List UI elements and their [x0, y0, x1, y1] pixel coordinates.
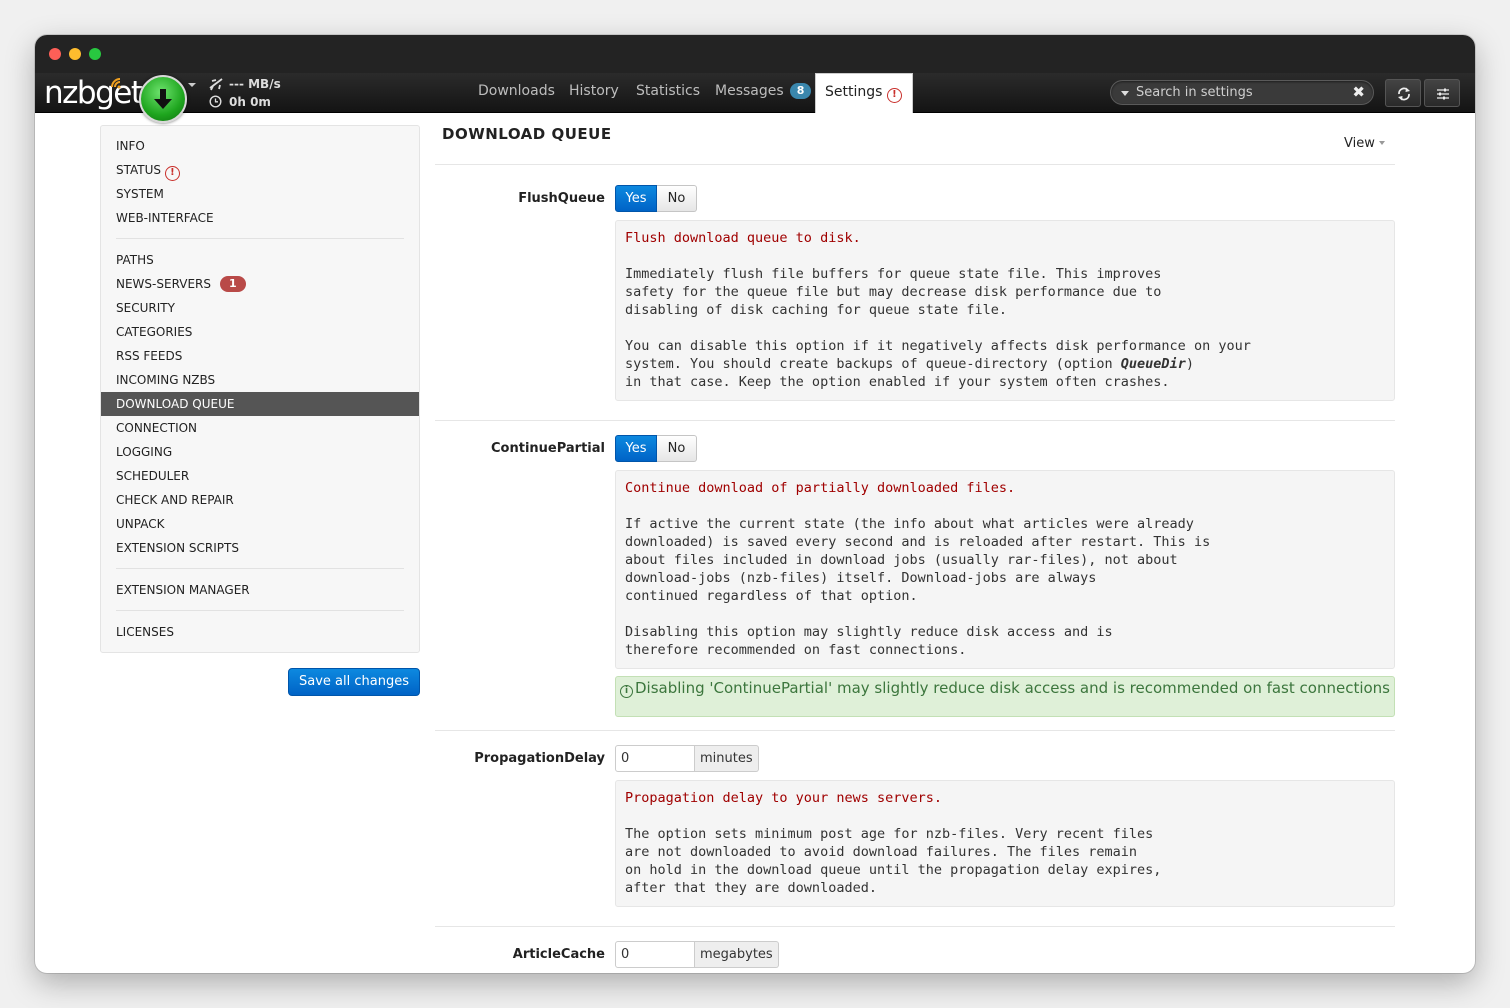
- sidebar-item-scheduler[interactable]: SCHEDULER: [101, 464, 419, 488]
- section-divider: [435, 164, 1395, 165]
- sidebar-item-status[interactable]: STATUS !: [101, 158, 419, 182]
- propagationdelay-input-group: minutes: [615, 745, 759, 772]
- option-divider: [435, 926, 1395, 927]
- settings-search-input[interactable]: [1136, 81, 1346, 104]
- option-label-continuepartial: ContinuePartial: [491, 441, 605, 456]
- tab-statistics[interactable]: Statistics: [636, 73, 700, 113]
- option-label-flushqueue: FlushQueue: [518, 191, 605, 206]
- maximize-window-button[interactable]: [89, 48, 101, 60]
- settings-sidebar: INFO STATUS ! SYSTEM WEB-INTERFACE PATHS…: [100, 125, 420, 653]
- sidebar-item-connection[interactable]: CONNECTION: [101, 416, 419, 440]
- sidebar-item-categories[interactable]: CATEGORIES: [101, 320, 419, 344]
- tab-messages-label: Messages: [715, 83, 784, 99]
- option-divider: [435, 420, 1395, 421]
- download-status-button[interactable]: [139, 75, 187, 123]
- sidebar-item-rss-feeds[interactable]: RSS FEEDS: [101, 344, 419, 368]
- sidebar-divider: [116, 568, 404, 569]
- sidebar-item-download-queue[interactable]: DOWNLOAD QUEUE: [101, 392, 419, 416]
- refresh-button[interactable]: [1385, 79, 1421, 107]
- propagationdelay-unit: minutes: [695, 745, 759, 772]
- option-label-propagationdelay: PropagationDelay: [474, 751, 605, 766]
- sidebar-item-paths[interactable]: PATHS: [101, 248, 419, 272]
- settings-search-box: ✖: [1110, 80, 1374, 105]
- option-reference-queuedir: QueueDir: [1120, 356, 1186, 372]
- logo-menu-caret-icon[interactable]: [188, 83, 196, 87]
- alert-text: Disabling 'ContinuePartial' may slightly…: [635, 679, 1390, 697]
- propagationdelay-description: Propagation delay to your news servers. …: [615, 780, 1395, 907]
- continuepartial-description: Continue download of partially downloade…: [615, 470, 1395, 669]
- sidebar-item-extension-scripts[interactable]: EXTENSION SCRIPTS: [101, 536, 419, 560]
- flushqueue-description: Flush download queue to disk. Immediatel…: [615, 220, 1395, 401]
- sidebar-item-news-servers[interactable]: NEWS-SERVERS 1: [101, 272, 419, 296]
- sidebar-item-label: STATUS: [116, 163, 162, 177]
- flushqueue-toggle: Yes No: [615, 185, 697, 212]
- settings-warning-icon: !: [886, 88, 902, 103]
- settings-menu-button[interactable]: [1424, 79, 1460, 107]
- sidebar-item-unpack[interactable]: UNPACK: [101, 512, 419, 536]
- sidebar-item-incoming-nzbs[interactable]: INCOMING NZBS: [101, 368, 419, 392]
- view-dropdown-label: View: [1344, 136, 1375, 151]
- description-heading: Flush download queue to disk.: [625, 230, 861, 246]
- articlecache-input-group: megabytes: [615, 941, 779, 968]
- refresh-icon: [1398, 87, 1410, 101]
- status-warning-icon: !: [164, 166, 180, 181]
- continuepartial-recommendation-alert: i Disabling 'ContinuePartial' may slightl…: [615, 676, 1395, 717]
- tab-history[interactable]: History: [569, 73, 619, 113]
- sliders-icon: [1437, 88, 1449, 100]
- download-arrow-icon: [154, 89, 172, 109]
- sidebar-divider: [116, 610, 404, 611]
- download-speed: --- MB/s: [229, 77, 281, 91]
- search-options-caret-icon[interactable]: [1121, 91, 1129, 96]
- sidebar-item-logging[interactable]: LOGGING: [101, 440, 419, 464]
- continuepartial-toggle: Yes No: [615, 435, 697, 462]
- continuepartial-yes-button[interactable]: Yes: [615, 435, 657, 462]
- description-heading: Propagation delay to your news servers.: [625, 790, 942, 806]
- save-all-changes-button[interactable]: Save all changes: [288, 668, 420, 696]
- propagationdelay-input[interactable]: [615, 745, 695, 772]
- sidebar-item-extension-manager[interactable]: EXTENSION MANAGER: [101, 578, 419, 602]
- option-label-articlecache: ArticleCache: [512, 947, 605, 962]
- view-dropdown[interactable]: View: [1344, 136, 1385, 151]
- tab-settings-label: Settings: [825, 84, 883, 100]
- sidebar-item-licenses[interactable]: LICENSES: [101, 620, 419, 644]
- info-icon: i: [620, 685, 633, 698]
- tab-downloads[interactable]: Downloads: [478, 73, 555, 113]
- remaining-time: 0h 0m: [229, 95, 271, 109]
- search-clear-icon[interactable]: ✖: [1352, 83, 1365, 101]
- sidebar-item-check-and-repair[interactable]: CHECK AND REPAIR: [101, 488, 419, 512]
- app-window: nzbget --- MB/s 0h 0m Downloads History …: [35, 35, 1475, 973]
- sidebar-divider: [116, 238, 404, 239]
- minimize-window-button[interactable]: [69, 48, 81, 60]
- chevron-down-icon: [1378, 141, 1385, 145]
- flushqueue-no-button[interactable]: No: [657, 185, 697, 212]
- sidebar-item-system[interactable]: SYSTEM: [101, 182, 419, 206]
- description-text: The option sets minimum post age for nzb…: [625, 826, 1162, 896]
- description-heading: Continue download of partially downloade…: [625, 480, 1016, 496]
- description-text: If active the current state (the info ab…: [625, 516, 1211, 658]
- tab-settings[interactable]: Settings !: [815, 73, 913, 113]
- messages-count-badge: 8: [790, 83, 812, 99]
- articlecache-input[interactable]: [615, 941, 695, 968]
- continuepartial-no-button[interactable]: No: [657, 435, 697, 462]
- option-divider: [435, 730, 1395, 731]
- close-window-button[interactable]: [49, 48, 61, 60]
- airplane-icon: [209, 78, 223, 91]
- articlecache-unit: megabytes: [695, 941, 779, 968]
- news-servers-error-badge: 1: [219, 276, 246, 292]
- sidebar-item-security[interactable]: SECURITY: [101, 296, 419, 320]
- wifi-icon: [111, 78, 121, 89]
- clock-icon: [209, 95, 222, 108]
- title-bar: [35, 35, 1475, 73]
- tab-messages[interactable]: Messages 8: [715, 73, 812, 113]
- sidebar-item-web-interface[interactable]: WEB-INTERFACE: [101, 206, 419, 230]
- flushqueue-yes-button[interactable]: Yes: [615, 185, 657, 212]
- sidebar-item-info[interactable]: INFO: [101, 134, 419, 158]
- page-title: DOWNLOAD QUEUE: [442, 125, 612, 143]
- navbar: nzbget --- MB/s 0h 0m Downloads History …: [35, 73, 1475, 123]
- sidebar-item-label: NEWS-SERVERS: [116, 277, 211, 291]
